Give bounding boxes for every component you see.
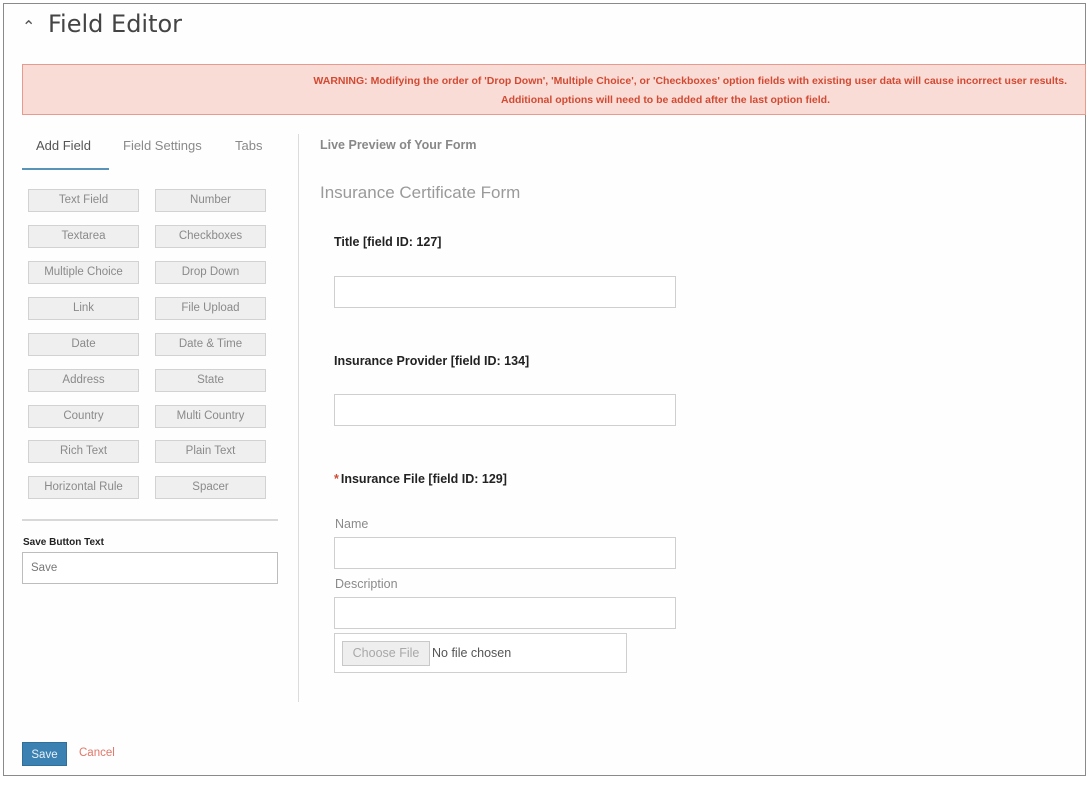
required-marker: * [334,472,339,486]
add-drop-down-button[interactable]: Drop Down [155,261,266,284]
form-title: Insurance Certificate Form [320,183,521,202]
save-button[interactable]: Save [22,742,67,766]
title-input[interactable] [334,276,676,308]
active-tab-indicator [22,168,109,170]
cancel-link[interactable]: Cancel [79,747,115,759]
add-state-button[interactable]: State [155,369,266,392]
choose-file-button[interactable]: Choose File [342,641,430,666]
divider [22,519,278,521]
chevron-up-icon[interactable]: ⌃ [22,18,36,38]
add-text-field-button[interactable]: Text Field [28,189,139,212]
warning-line-1: WARNING: Modifying the order of 'Drop Do… [313,75,1067,87]
field-label-insurance-file: * Insurance File [field ID: 129] [334,472,507,486]
preview-heading: Live Preview of Your Form [320,138,477,152]
name-label: Name [335,517,369,531]
field-label-insurance-provider: Insurance Provider [field ID: 134] [334,354,530,368]
page-title: Field Editor [48,10,183,38]
add-textarea-button[interactable]: Textarea [28,225,139,248]
add-date-time-button[interactable]: Date & Time [155,333,266,356]
file-name-input[interactable] [334,537,676,569]
tab-tabs[interactable]: Tabs [235,138,262,153]
editor-tabs: Add Field Field Settings Tabs [22,132,278,170]
add-number-button[interactable]: Number [155,189,266,212]
add-multi-country-button[interactable]: Multi Country [155,405,266,428]
insurance-provider-input[interactable] [334,394,676,426]
warning-banner: WARNING: Modifying the order of 'Drop Do… [22,64,1086,115]
tab-field-settings[interactable]: Field Settings [123,138,202,153]
file-status: No file chosen [432,646,512,660]
add-checkboxes-button[interactable]: Checkboxes [155,225,266,248]
panel-divider [298,134,299,702]
add-rich-text-button[interactable]: Rich Text [28,440,139,463]
tab-add-field[interactable]: Add Field [36,138,91,153]
warning-line-2: Additional options will need to be added… [500,94,830,106]
add-date-button[interactable]: Date [28,333,139,356]
field-label-title: Title [field ID: 127] [334,235,442,249]
add-plain-text-button[interactable]: Plain Text [155,440,266,463]
insurance-file-label-text: Insurance File [field ID: 129] [340,472,507,486]
file-description-input[interactable] [334,597,676,629]
add-link-button[interactable]: Link [28,297,139,320]
add-country-button[interactable]: Country [28,405,139,428]
description-label: Description [335,577,398,591]
add-horizontal-rule-button[interactable]: Horizontal Rule [28,476,139,499]
add-spacer-button[interactable]: Spacer [155,476,266,499]
add-file-upload-button[interactable]: File Upload [155,297,266,320]
add-multiple-choice-button[interactable]: Multiple Choice [28,261,139,284]
save-button-text-label: Save Button Text [23,537,104,548]
save-button-text-input[interactable] [22,552,278,584]
add-address-button[interactable]: Address [28,369,139,392]
file-input: Choose File No file chosen [334,633,627,673]
